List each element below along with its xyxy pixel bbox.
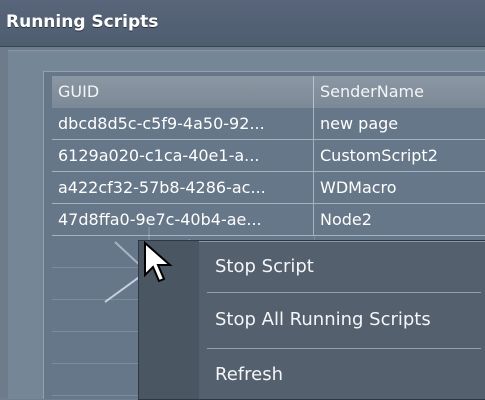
grid-header: GUID SenderName bbox=[52, 76, 485, 108]
sendername-cell[interactable]: CustomScript2 bbox=[314, 140, 485, 171]
arrow-cursor-icon bbox=[144, 241, 173, 283]
sendername-cell[interactable]: new page bbox=[314, 108, 485, 139]
column-header-sendername[interactable]: SenderName bbox=[314, 76, 485, 108]
guid-cell[interactable]: 6129a020-c1ca-40e1-a... bbox=[52, 140, 314, 171]
menu-separator bbox=[207, 348, 481, 349]
title-bar: Running Scripts bbox=[0, 0, 485, 47]
running-scripts-window: Running Scripts GUID SenderName dbcd8d5c… bbox=[0, 0, 485, 400]
column-header-guid[interactable]: GUID bbox=[52, 76, 314, 108]
guid-cell[interactable]: dbcd8d5c-c5f9-4a50-92... bbox=[52, 108, 314, 139]
table-row[interactable]: a422cf32-57b8-4286-ac... WDMacro bbox=[52, 172, 485, 204]
menu-item-stop-all-running-scripts[interactable]: Stop All Running Scripts bbox=[215, 306, 431, 334]
table-row[interactable]: dbcd8d5c-c5f9-4a50-92... new page bbox=[52, 108, 485, 140]
guid-cell[interactable]: a422cf32-57b8-4286-ac... bbox=[52, 172, 314, 203]
sendername-cell[interactable]: WDMacro bbox=[314, 172, 485, 203]
menu-item-stop-script[interactable]: Stop Script bbox=[215, 253, 314, 281]
menu-item-refresh[interactable]: Refresh bbox=[215, 361, 283, 389]
sendername-cell[interactable]: Node2 bbox=[314, 204, 485, 235]
window-title: Running Scripts bbox=[6, 12, 159, 32]
context-menu: Stop Script Stop All Running Scripts Ref… bbox=[138, 240, 485, 400]
menu-separator bbox=[207, 292, 481, 293]
table-row[interactable]: 6129a020-c1ca-40e1-a... CustomScript2 bbox=[52, 140, 485, 172]
